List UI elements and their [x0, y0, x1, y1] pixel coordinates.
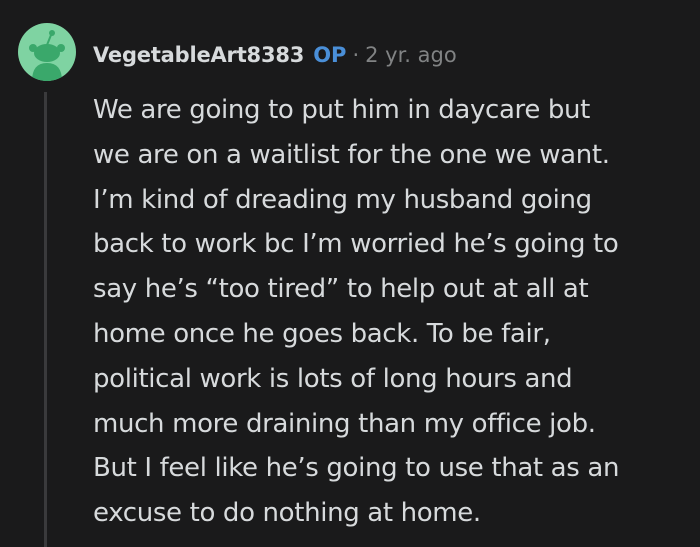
- thread-line[interactable]: [44, 92, 47, 547]
- comment-body-line: home once he goes back. To be fair,: [93, 318, 551, 349]
- username-link[interactable]: VegetableArt8383: [93, 43, 304, 67]
- comment-body-line: political work is lots of long hours and: [93, 363, 573, 394]
- op-badge: OP: [313, 43, 347, 67]
- comment-body-line: back to work bc I’m worried he’s going t…: [93, 229, 619, 260]
- comment-body-line: But I feel like he’s going to use that a…: [93, 453, 620, 484]
- comment-body-line: much more draining than my office job.: [93, 408, 596, 439]
- comment-body-line: excuse to do nothing at home.: [93, 498, 481, 529]
- comment-timestamp[interactable]: 2 yr. ago: [365, 43, 457, 67]
- comment-header: VegetableArt8383 OP · 2 yr. ago: [93, 38, 457, 72]
- snoo-avatar-icon[interactable]: [18, 23, 76, 81]
- comment-body-line: we are on a waitlist for the one we want…: [93, 139, 610, 170]
- comment-body: We are going to put him in daycare but w…: [93, 88, 683, 536]
- comment-body-line: say he’s “too tired” to help out at all …: [93, 274, 589, 305]
- comment-body-line: I’m kind of dreading my husband going: [93, 184, 592, 215]
- separator-dot: ·: [352, 43, 360, 67]
- comment-body-line: We are going to put him in daycare but: [93, 95, 591, 125]
